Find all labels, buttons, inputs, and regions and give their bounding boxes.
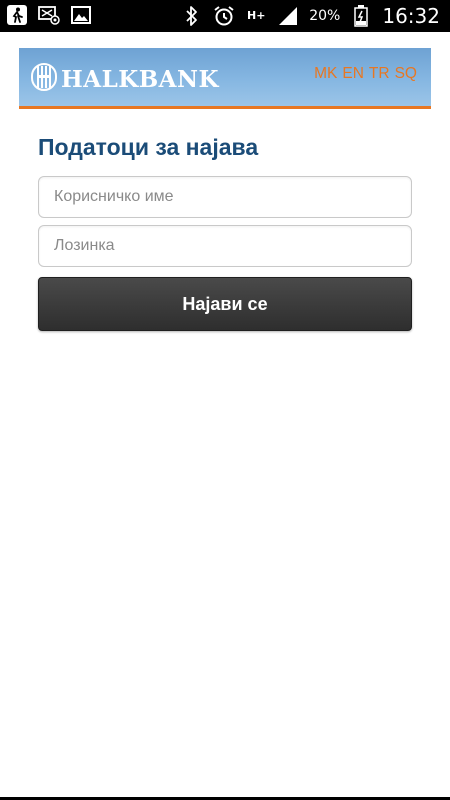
network-hplus-icon: H+ — [247, 9, 266, 22]
battery-percent: 20% — [309, 8, 341, 24]
halkbank-emblem-icon — [31, 62, 57, 96]
username-input[interactable] — [38, 176, 412, 218]
status-right-icons: H+ 20% 16:32 — [181, 0, 440, 32]
login-title: Податоци за најава — [38, 134, 259, 160]
app-header: HALKBANK MK EN TR SQ — [19, 48, 431, 107]
image-icon — [70, 4, 92, 26]
language-tr[interactable]: TR — [369, 65, 390, 83]
walk-icon — [6, 4, 28, 26]
language-en[interactable]: EN — [342, 65, 364, 83]
login-button[interactable]: Најави се — [38, 277, 412, 331]
language-mk[interactable]: MK — [314, 65, 337, 83]
screencast-icon — [38, 4, 60, 26]
alarm-icon — [213, 5, 235, 27]
battery-icon — [350, 5, 372, 27]
language-sq[interactable]: SQ — [395, 65, 417, 83]
language-switcher: MK EN TR SQ — [314, 65, 417, 83]
header-accent-line — [19, 106, 431, 109]
logo-text: HALKBANK — [61, 65, 220, 93]
status-left-icons — [6, 4, 92, 26]
halkbank-logo: HALKBANK — [31, 62, 219, 96]
clock-time: 16:32 — [382, 4, 440, 28]
status-bar: H+ 20% 16:32 — [0, 0, 450, 32]
password-input[interactable] — [38, 225, 412, 267]
bluetooth-icon — [181, 5, 203, 27]
signal-icon — [277, 5, 299, 27]
